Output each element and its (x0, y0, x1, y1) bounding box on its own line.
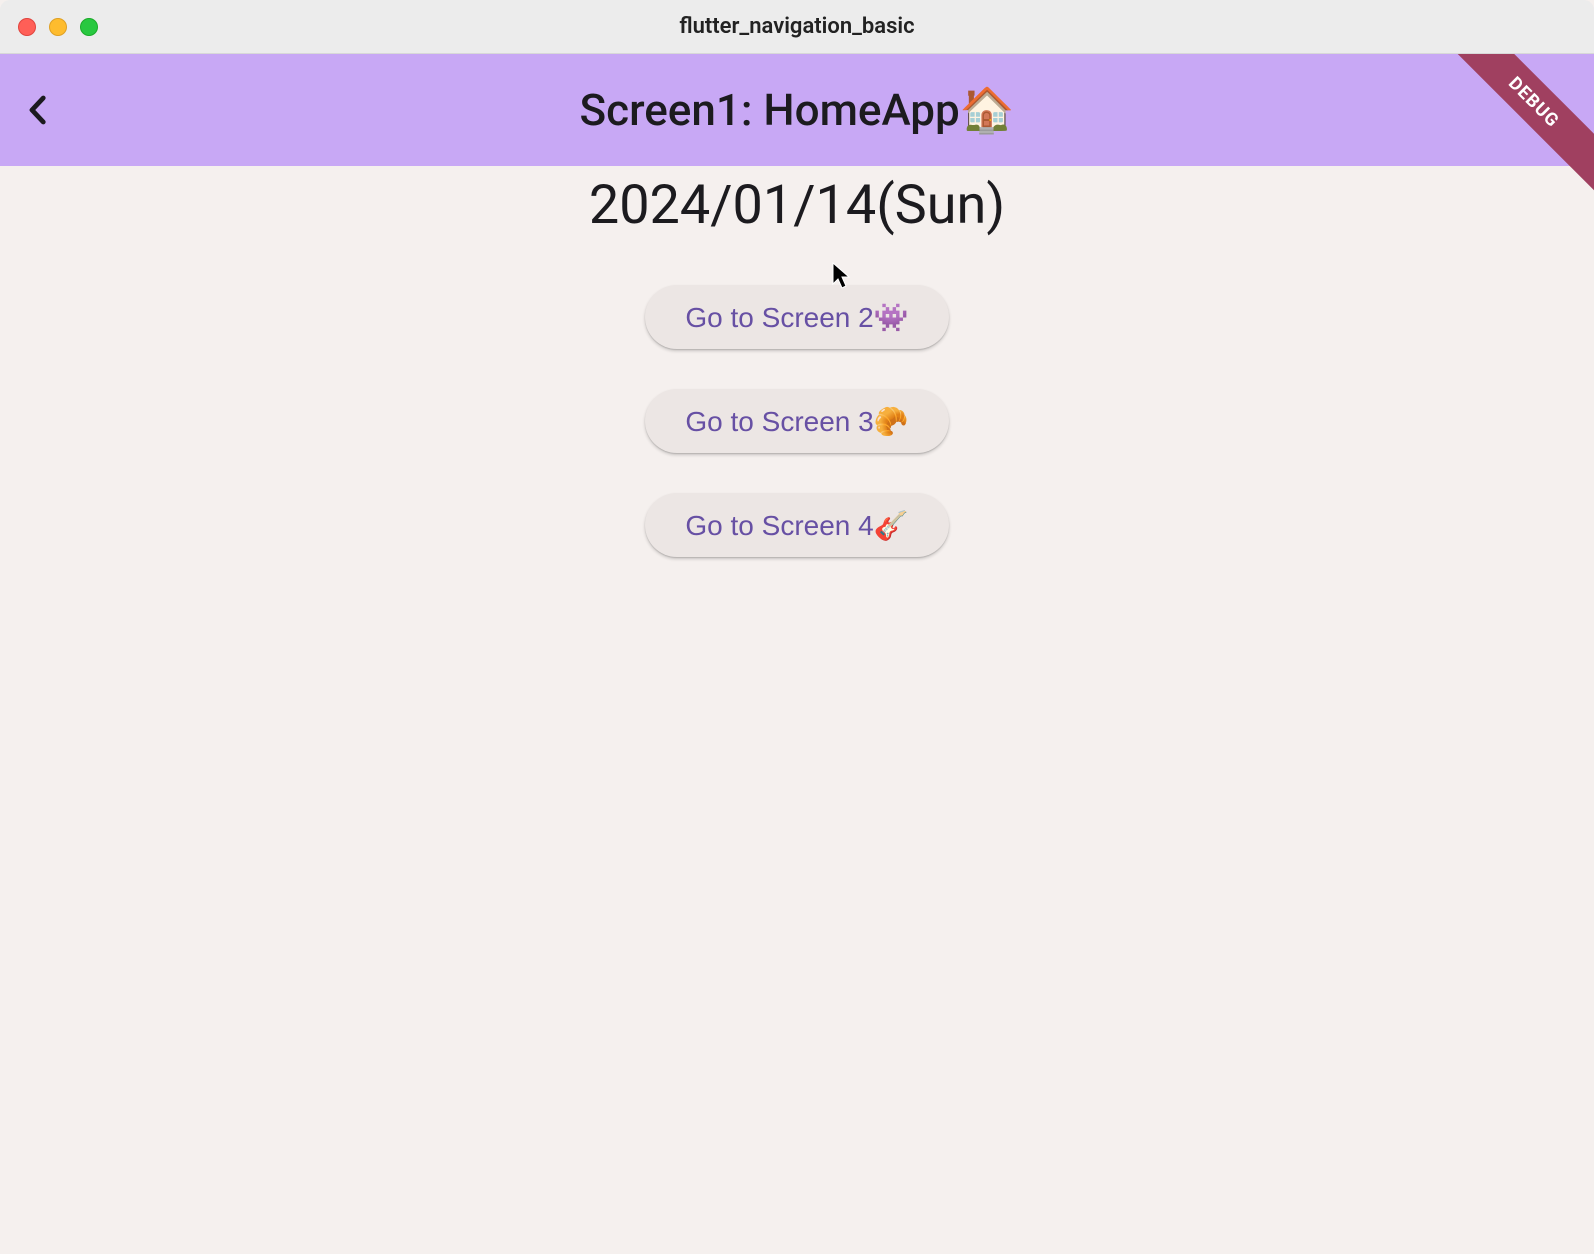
date-text: 2024/01/14(Sun) (589, 174, 1005, 237)
minimize-window-button[interactable] (49, 18, 67, 36)
chevron-left-icon (20, 92, 56, 128)
titlebar: flutter_navigation_basic (0, 0, 1594, 54)
content-area: 2024/01/14(Sun) Go to Screen 2👾 Go to Sc… (0, 166, 1594, 1254)
traffic-lights (18, 18, 98, 36)
button-label: Go to Screen 3🥐 (685, 405, 908, 438)
close-window-button[interactable] (18, 18, 36, 36)
maximize-window-button[interactable] (80, 18, 98, 36)
app-bar: Screen1: HomeApp🏠 (0, 54, 1594, 166)
app-window: flutter_navigation_basic Screen1: HomeAp… (0, 0, 1594, 1254)
go-to-screen-4-button[interactable]: Go to Screen 4🎸 (645, 493, 948, 557)
button-label: Go to Screen 2👾 (685, 301, 908, 334)
go-to-screen-2-button[interactable]: Go to Screen 2👾 (645, 285, 948, 349)
go-to-screen-3-button[interactable]: Go to Screen 3🥐 (645, 389, 948, 453)
button-label: Go to Screen 4🎸 (685, 509, 908, 542)
appbar-title: Screen1: HomeApp🏠 (0, 84, 1594, 136)
window-title: flutter_navigation_basic (0, 14, 1594, 39)
back-button[interactable] (8, 80, 68, 140)
